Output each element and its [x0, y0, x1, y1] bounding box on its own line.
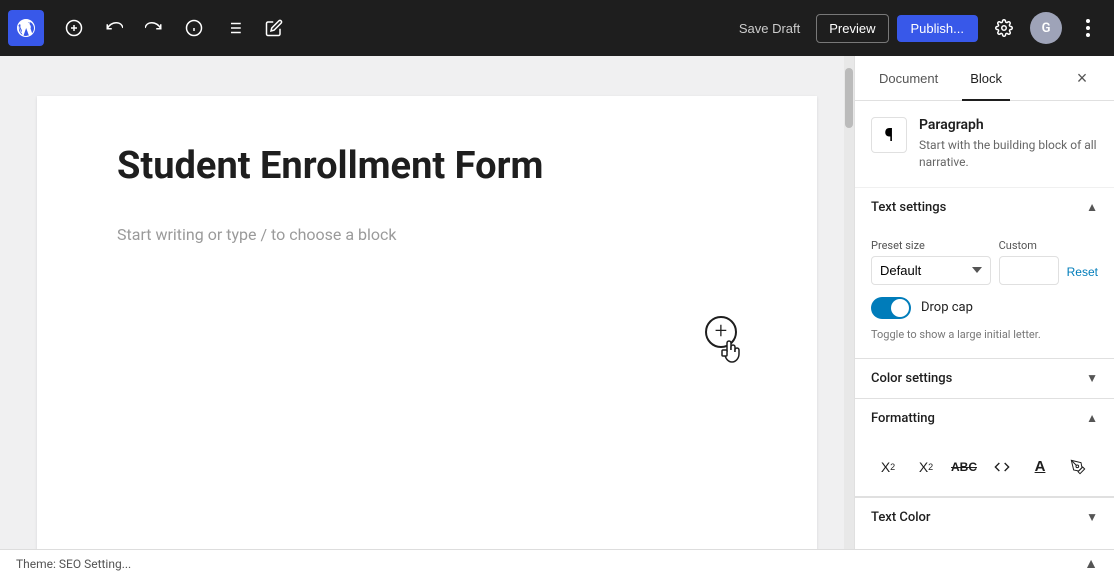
wordpress-logo[interactable] — [8, 10, 44, 46]
redo-button[interactable] — [136, 10, 172, 46]
block-type-title: Paragraph — [919, 117, 1098, 133]
preview-button[interactable]: Preview — [816, 14, 888, 43]
main-layout: Student Enrollment Form Start writing or… — [0, 56, 1114, 549]
bottom-hint-text: Theme: SEO Setting... — [16, 557, 131, 571]
inline-code-button[interactable] — [985, 450, 1019, 484]
color-settings-chevron: ▼ — [1086, 371, 1098, 385]
custom-size-input[interactable] — [999, 256, 1059, 285]
drop-cap-label: Drop cap — [921, 300, 973, 315]
text-settings-section: Text settings ▲ Preset size Default Smal… — [855, 188, 1114, 359]
block-type-description: Start with the building block of all nar… — [919, 137, 1098, 171]
drop-cap-toggle[interactable] — [871, 297, 911, 319]
sidebar-tabs: Document Block × — [855, 56, 1114, 101]
color-settings-section: Color settings ▼ — [855, 359, 1114, 399]
strikethrough-button[interactable]: ABC — [947, 450, 981, 484]
preset-size-col: Preset size Default Small Normal Large H… — [871, 239, 991, 285]
block-info-text: Paragraph Start with the building block … — [919, 117, 1098, 171]
tab-document[interactable]: Document — [871, 56, 946, 100]
preset-size-label: Preset size — [871, 239, 991, 252]
add-block-floating[interactable]: + — [705, 316, 737, 348]
user-avatar[interactable]: G — [1030, 12, 1062, 44]
text-color-button[interactable]: A — [1023, 450, 1057, 484]
formatting-chevron: ▲ — [1086, 411, 1098, 425]
toolbar-right: Save Draft Preview Publish... G — [731, 10, 1106, 46]
highlight-button[interactable] — [1061, 450, 1095, 484]
paragraph-placeholder[interactable]: Start writing or type / to choose a bloc… — [117, 222, 737, 248]
more-options-button[interactable] — [1070, 10, 1106, 46]
preset-size-select[interactable]: Default Small Normal Large Huge — [871, 256, 991, 285]
drop-cap-description: Toggle to show a large initial letter. — [871, 327, 1098, 342]
text-color-header[interactable]: Text Color ▼ — [855, 498, 1114, 537]
info-button[interactable] — [176, 10, 212, 46]
cursor-hand-icon — [719, 338, 743, 366]
editor-content: Student Enrollment Form Start writing or… — [37, 96, 817, 549]
settings-button[interactable] — [986, 10, 1022, 46]
toolbar-left — [8, 10, 292, 46]
text-color-title: Text Color — [871, 510, 931, 525]
undo-button[interactable] — [96, 10, 132, 46]
sidebar-close-button[interactable]: × — [1066, 56, 1098, 100]
block-info: ¶ Paragraph Start with the building bloc… — [855, 101, 1114, 188]
color-settings-title: Color settings — [871, 371, 952, 386]
text-color-chevron: ▼ — [1086, 510, 1098, 524]
bottom-hint-bar: Theme: SEO Setting... ▲ — [0, 549, 1114, 577]
subscript-button[interactable]: X2 — [909, 450, 943, 484]
formatting-header[interactable]: Formatting ▲ — [855, 399, 1114, 438]
toggle-knob — [891, 299, 909, 317]
formatting-section: Formatting ▲ X2 X2 ABC — [855, 399, 1114, 497]
bottom-hint-expand[interactable]: ▲ — [1084, 555, 1098, 572]
save-draft-button[interactable]: Save Draft — [731, 15, 808, 42]
drop-cap-row: Drop cap — [871, 297, 1098, 319]
formatting-icons: X2 X2 ABC A — [871, 450, 1098, 484]
scrollbar-thumb — [845, 68, 853, 128]
editor-scrollbar[interactable] — [844, 56, 854, 549]
custom-size-label: Custom — [999, 239, 1059, 252]
tab-block[interactable]: Block — [962, 56, 1010, 100]
custom-size-col: Custom — [999, 239, 1059, 285]
text-settings-header[interactable]: Text settings ▲ — [855, 188, 1114, 227]
list-view-button[interactable] — [216, 10, 252, 46]
edit-button[interactable] — [256, 10, 292, 46]
text-color-section: Text Color ▼ — [855, 497, 1114, 537]
formatting-content: X2 X2 ABC A — [855, 438, 1114, 496]
text-settings-title: Text settings — [871, 200, 946, 215]
color-settings-header[interactable]: Color settings ▼ — [855, 359, 1114, 398]
block-type-icon: ¶ — [871, 117, 907, 153]
reset-size-button[interactable]: Reset — [1067, 259, 1098, 285]
add-block-button[interactable] — [56, 10, 92, 46]
superscript-button[interactable]: X2 — [871, 450, 905, 484]
text-settings-content: Preset size Default Small Normal Large H… — [855, 227, 1114, 358]
preset-size-row: Preset size Default Small Normal Large H… — [871, 239, 1098, 285]
text-settings-chevron: ▲ — [1086, 200, 1098, 214]
post-title[interactable]: Student Enrollment Form — [117, 144, 737, 190]
toolbar: Save Draft Preview Publish... G — [0, 0, 1114, 56]
formatting-title: Formatting — [871, 411, 935, 426]
editor-area[interactable]: Student Enrollment Form Start writing or… — [0, 56, 854, 549]
sidebar: Document Block × ¶ Paragraph Start with … — [854, 56, 1114, 549]
publish-button[interactable]: Publish... — [897, 15, 978, 42]
